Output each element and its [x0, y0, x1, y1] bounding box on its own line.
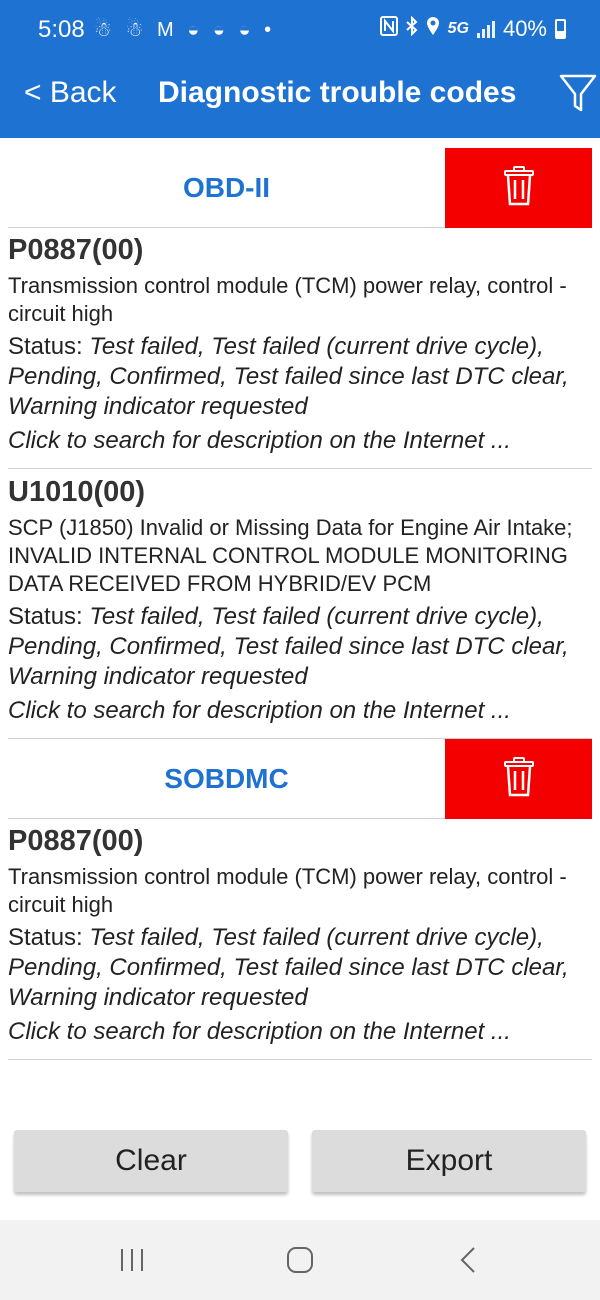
trash-icon — [503, 165, 534, 211]
app-header: 5:08 ☃ ☃ M ◒ ◒ ◒ • 5G 40% < Back Diagnos… — [0, 0, 600, 138]
system-nav-bar — [0, 1220, 600, 1300]
dtc-item[interactable]: P0887(00) Transmission control module (T… — [8, 821, 592, 1060]
dtc-code: P0887(00) — [8, 825, 144, 857]
battery-percent: 40% — [502, 16, 547, 41]
filter-icon[interactable] — [558, 70, 598, 116]
status-icons: 5G 40% — [379, 15, 566, 42]
notification-icons: ☃ ☃ M ◒ ◒ ◒ • — [94, 19, 276, 41]
dtc-status: Status: Test failed, Test failed (curren… — [8, 923, 592, 1013]
search-description-link[interactable]: Click to search for description on the I… — [8, 426, 592, 456]
section-header-obd2: OBD-II — [8, 148, 592, 228]
dtc-code: U1010(00) — [8, 476, 146, 508]
export-button[interactable]: Export — [312, 1130, 586, 1192]
location-icon — [426, 16, 440, 42]
dtc-description: Transmission control module (TCM) power … — [8, 273, 567, 326]
dtc-code: P0887(00) — [8, 234, 144, 266]
delete-button[interactable] — [445, 739, 592, 819]
dtc-status-label: Status: — [8, 333, 90, 360]
clear-button[interactable]: Clear — [14, 1130, 288, 1192]
dtc-description: SCP (J1850) Invalid or Missing Data for … — [8, 515, 573, 596]
delete-button[interactable] — [445, 148, 592, 228]
bluetooth-icon — [405, 15, 418, 42]
page-title: Diagnostic trouble codes — [158, 76, 517, 109]
back-icon[interactable] — [438, 1240, 498, 1280]
dtc-status-label: Status: — [8, 924, 90, 951]
trash-icon — [503, 756, 534, 802]
section-header-sobdmc: SOBDMC — [8, 739, 592, 819]
search-description-link[interactable]: Click to search for description on the I… — [8, 696, 592, 726]
dtc-description: Transmission control module (TCM) power … — [8, 864, 567, 917]
section-title: OBD-II — [182, 172, 271, 203]
dtc-status: Status: Test failed, Test failed (curren… — [8, 602, 592, 692]
network-type: 5G — [447, 20, 469, 37]
home-icon[interactable] — [270, 1240, 330, 1280]
signal-icon — [476, 20, 495, 38]
section-title: SOBDMC — [164, 763, 289, 794]
dtc-status-value: Test failed, Test failed (current drive … — [8, 333, 569, 420]
nav-bar: < Back Diagnostic trouble codes — [0, 62, 600, 138]
dtc-status-value: Test failed, Test failed (current drive … — [8, 924, 569, 1011]
dtc-item[interactable]: U1010(00) SCP (J1850) Invalid or Missing… — [8, 472, 592, 739]
status-time: 5:08 — [38, 16, 85, 43]
status-bar: 5:08 ☃ ☃ M ◒ ◒ ◒ • 5G 40% — [0, 0, 600, 62]
search-description-link[interactable]: Click to search for description on the I… — [8, 1017, 592, 1047]
back-button[interactable]: < Back — [24, 76, 117, 110]
nfc-icon — [379, 16, 398, 42]
dtc-item[interactable]: P0887(00) Transmission control module (T… — [8, 230, 592, 469]
dtc-status: Status: Test failed, Test failed (curren… — [8, 332, 592, 422]
dtc-status-value: Test failed, Test failed (current drive … — [8, 603, 569, 690]
battery-icon — [555, 19, 566, 39]
dtc-status-label: Status: — [8, 603, 90, 630]
recents-icon[interactable] — [102, 1240, 162, 1280]
